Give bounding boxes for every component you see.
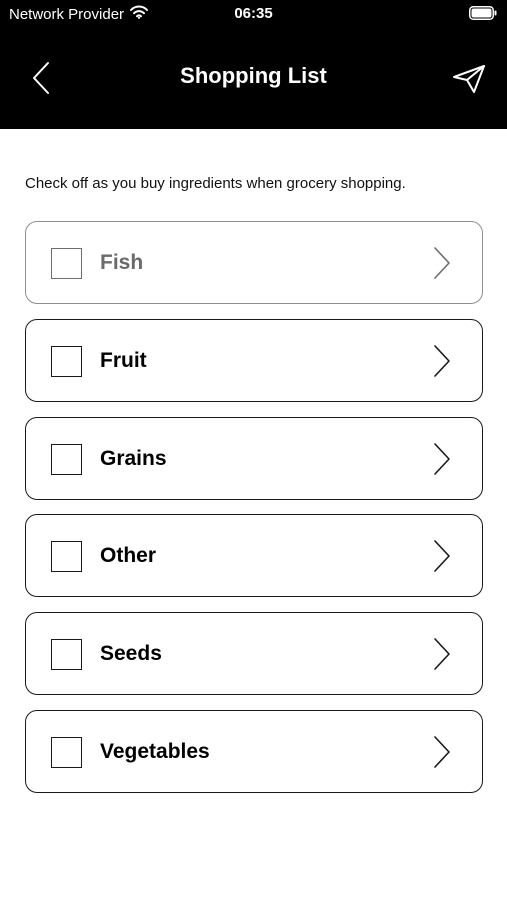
screen: Network Provider 06:35 Shopping List Che… [0, 0, 507, 900]
category-list: Fish Fruit Grains Other Seeds Vegetables [25, 221, 483, 808]
chevron-right-icon [434, 540, 450, 573]
checkbox[interactable] [51, 443, 82, 475]
share-button[interactable] [451, 61, 487, 97]
checkbox[interactable] [51, 345, 82, 377]
list-item-grains[interactable]: Grains [25, 416, 483, 500]
nav-bar: Shopping List [0, 28, 507, 129]
item-label: Fruit [100, 348, 147, 372]
chevron-right-icon [434, 442, 450, 475]
list-item-vegetables[interactable]: Vegetables [25, 709, 483, 793]
header: Network Provider 06:35 Shopping List [0, 0, 507, 129]
checkbox[interactable] [51, 541, 82, 573]
item-label: Seeds [100, 642, 162, 666]
chevron-right-icon [434, 638, 450, 670]
chevron-left-icon [33, 62, 49, 94]
list-item-fish[interactable]: Fish [25, 221, 483, 304]
battery-icon [469, 6, 497, 20]
checkbox[interactable] [51, 736, 82, 768]
list-item-seeds[interactable]: Seeds [25, 612, 483, 696]
item-label: Other [100, 544, 157, 568]
checkbox[interactable] [51, 639, 82, 671]
paper-plane-icon [453, 65, 485, 93]
status-bar: Network Provider 06:35 [0, 0, 507, 28]
status-time: 06:35 [234, 5, 273, 22]
item-label: Fish [100, 251, 144, 274]
item-label: Vegetables [100, 739, 210, 763]
chevron-right-icon [434, 344, 450, 377]
back-button[interactable] [26, 60, 56, 96]
chevron-right-icon [434, 736, 450, 768]
instructions-text: Check off as you buy ingredients when gr… [25, 175, 406, 192]
page-title: Shopping List [180, 63, 327, 88]
list-item-other[interactable]: Other [25, 514, 483, 598]
item-label: Grains [100, 446, 167, 470]
checkbox[interactable] [51, 248, 82, 279]
chevron-right-icon [434, 247, 450, 279]
list-item-fruit[interactable]: Fruit [25, 318, 483, 402]
